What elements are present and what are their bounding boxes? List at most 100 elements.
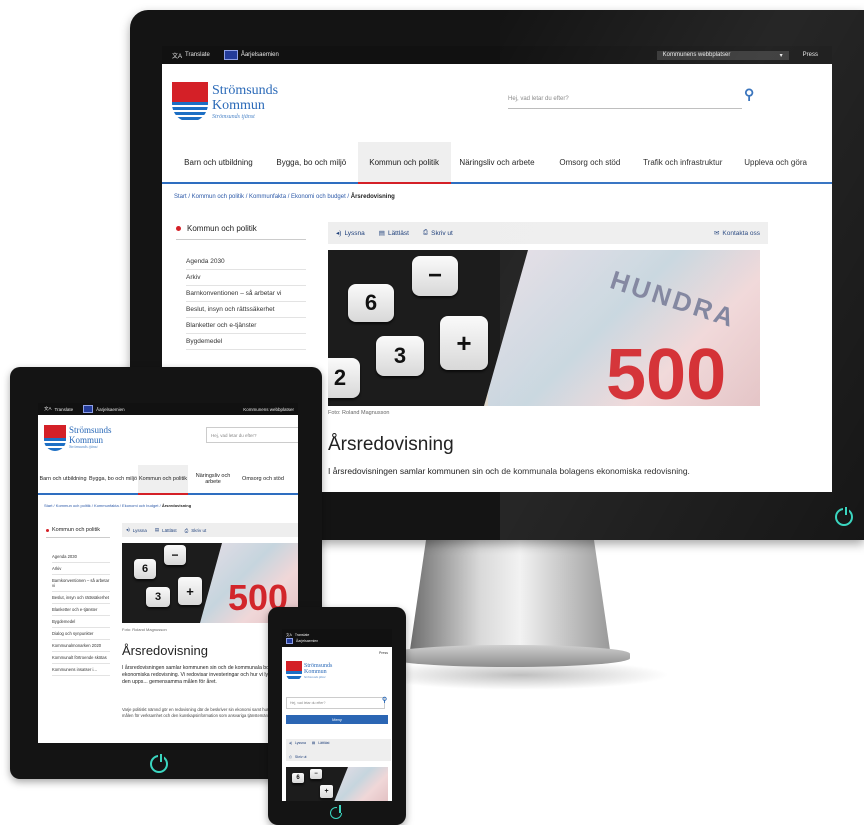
sites-dropdown[interactable]: Kommunens webbplatser ▾ [656, 50, 789, 60]
nav-item-bygga[interactable]: Bygga, bo och miljö [88, 465, 138, 493]
sidebar-item[interactable]: Barnkonventionen – så arbetar vi [186, 286, 306, 302]
search-icon[interactable]: ⚲ [382, 696, 387, 704]
calculator-key: − [412, 256, 458, 296]
calculator-key: + [440, 316, 488, 370]
listen-button[interactable]: ◂) Lyssna [336, 229, 365, 238]
phone-search-input[interactable]: Hej, vad letar du efter? [286, 697, 385, 709]
tablet-power-icon[interactable] [150, 754, 168, 773]
calculator-key: 3 [376, 336, 424, 376]
tablet-main-nav: Barn och utbildning Bygga, bo och miljö … [38, 465, 298, 495]
phone-power-icon[interactable] [330, 805, 343, 819]
logo-line2: Kommun [212, 97, 265, 113]
calculator-key: − [310, 769, 322, 779]
printer-icon: ⎙ [184, 527, 189, 533]
contact-button[interactable]: ✉ Kontakta oss [714, 229, 760, 238]
sidebar-item[interactable]: Bygdemedel [186, 334, 306, 350]
nav-item-omsorg[interactable]: Omsorg och stöd [543, 142, 636, 182]
sidebar-item[interactable]: Kommunalmonarken 2020 [52, 640, 110, 652]
easy-read-button[interactable]: ▤ Lättläst [155, 527, 177, 533]
sidebar-item[interactable]: Agenda 2030 [186, 254, 306, 270]
nav-item-barn[interactable]: Barn och utbildning [172, 142, 265, 182]
translate-link[interactable]: 文A Translate [172, 51, 210, 60]
tablet-search-input[interactable]: Hej, vad letar du efter? [206, 427, 298, 443]
phone-press-link[interactable]: Press [379, 651, 388, 655]
translate-icon: 文A [172, 53, 183, 60]
calculator-key: + [178, 577, 202, 605]
nav-item-bygga[interactable]: Bygga, bo och miljö [265, 142, 358, 182]
print-button[interactable]: ⎙ Skriv ut [185, 528, 207, 533]
search-input[interactable]: Hej, vad letar du efter? [508, 90, 742, 109]
banknote-word: HUNDRA [606, 264, 741, 334]
print-button[interactable]: ⎙ Skriv ut [423, 229, 453, 237]
sidebar-item[interactable]: Kommunens insatser i... [52, 664, 110, 676]
nav-item-barn[interactable]: Barn och utbildning [38, 465, 88, 493]
sidebar-item[interactable]: Blanketter och e-tjänster [52, 604, 110, 616]
logo-line1: Strömsunds [212, 83, 279, 99]
tablet-language-link[interactable]: Åarjelsaemien [83, 405, 125, 413]
tablet-logo[interactable]: Strömsunds Kommun Strömsunds tjänst [44, 425, 112, 451]
nav-item-omsorg[interactable]: Omsorg och stöd [238, 465, 288, 493]
main-nav: Barn och utbildning Bygga, bo och miljö … [162, 142, 832, 184]
sidebar-item[interactable]: Barnkonventionen – så arbetar vi [52, 575, 110, 592]
logo-shield-icon [44, 425, 66, 451]
tablet-sites-dropdown[interactable]: Kommunens webbplatser [243, 407, 294, 412]
nav-item-naringsliv[interactable]: Näringsliv och arbete [451, 142, 544, 182]
banknote: HUNDRA 500 [488, 250, 760, 406]
listen-button[interactable]: ◂) Lyssna [289, 741, 306, 745]
search-icon[interactable]: ⚲ [744, 86, 754, 103]
nav-item-kommun[interactable]: Kommun och politik [357, 142, 451, 184]
nav-item-kommun[interactable]: Kommun och politik [138, 465, 188, 495]
sidebar-item[interactable]: Bygdemedel [52, 616, 110, 628]
phone-language-link[interactable]: Åarjelsaemien [286, 637, 318, 644]
easy-read-button[interactable]: ▤ Lättläst [312, 741, 330, 745]
sidebar-item[interactable]: Arkiv [52, 563, 110, 575]
sidebar-item[interactable]: Beslut, insyn och rättssäkerhet [186, 302, 306, 318]
book-icon: ▤ [378, 230, 385, 237]
phone-hero-image: 6 − + [286, 767, 388, 801]
hero-image: HUNDRA 500 6 − 3 + 2 [328, 250, 760, 406]
phone-device: 文A Translate Åarjelsaemien Press Strömsun… [268, 607, 406, 825]
page-title: Årsredovisning [122, 643, 208, 658]
sidebar-item[interactable]: Arkiv [186, 270, 306, 286]
bullet-icon [46, 528, 49, 532]
calculator-key: − [164, 545, 186, 565]
nav-item-uppleva[interactable]: Uppleva och göra [729, 142, 822, 182]
monitor-power-icon[interactable] [835, 507, 853, 526]
flag-icon [286, 637, 293, 644]
phone-menu-button[interactable]: Meny [286, 715, 388, 724]
sidebar-item[interactable]: Beslut, insyn och rättssäkerhet [52, 592, 110, 604]
print-button[interactable]: ⎙ Skriv ut [289, 755, 391, 759]
sidebar-list: Agenda 2030 Arkiv Barnkonventionen – så … [186, 254, 306, 350]
tablet-top-bar: 文A Translate Åarjelsaemien Kommunens webb… [38, 403, 298, 415]
banknote-number: 500 [606, 335, 727, 406]
nav-item-naringsliv[interactable]: Näringsliv och arbete [188, 465, 238, 493]
sidebar-item[interactable]: Agenda 2030 [52, 551, 110, 563]
nav-item-trafik[interactable]: Trafik och infrastruktur [636, 142, 729, 182]
nav-item-trafik[interactable]: Trafik och infrastruktur [288, 465, 298, 493]
calculator-key: 6 [348, 284, 394, 322]
calculator-key: 6 [134, 559, 156, 579]
easy-read-button[interactable]: ▤ Lättläst [378, 229, 409, 238]
monitor-stand [410, 540, 610, 650]
sidebar-item[interactable]: Dialog och synpunkter [52, 628, 110, 640]
top-bar: 文A Translate Åarjelsaemien Kommunens webb… [162, 46, 832, 64]
press-link[interactable]: Press [803, 52, 818, 58]
sidebar-item[interactable]: Blanketter och e-tjänster [186, 318, 306, 334]
logo[interactable]: Strömsunds Kommun Strömsunds tjänst [172, 82, 278, 122]
book-icon: ▤ [311, 741, 316, 745]
phone-logo[interactable]: Strömsunds Kommun Strömsunds tjänst [286, 661, 332, 681]
listen-button[interactable]: ◂) Lyssna [126, 527, 147, 533]
tablet-translate-link[interactable]: 文A Translate [44, 406, 73, 412]
flag-icon [223, 50, 238, 60]
page-toolbar: ◂) Lyssna ▤ Lättläst ⎙ Skriv ut ✉ Kontakta o… [328, 222, 768, 244]
language-link[interactable]: Åarjelsaemien [223, 50, 279, 60]
phone-page-toolbar: ◂) Lyssna ▤ Lättläst ⎙ Skriv ut [286, 739, 391, 761]
sidebar-title[interactable]: Kommun och politik [176, 224, 306, 240]
speaker-icon: ◂) [289, 741, 292, 745]
tablet-sidebar-title[interactable]: Kommun och politik [46, 527, 110, 538]
printer-icon: ⎙ [422, 229, 429, 236]
book-icon: ▤ [154, 527, 160, 532]
chevron-down-icon: ▾ [779, 52, 783, 59]
sidebar-item[interactable]: Kommunalt förtroende skötas [52, 652, 110, 664]
translate-icon: 文A [44, 406, 52, 411]
